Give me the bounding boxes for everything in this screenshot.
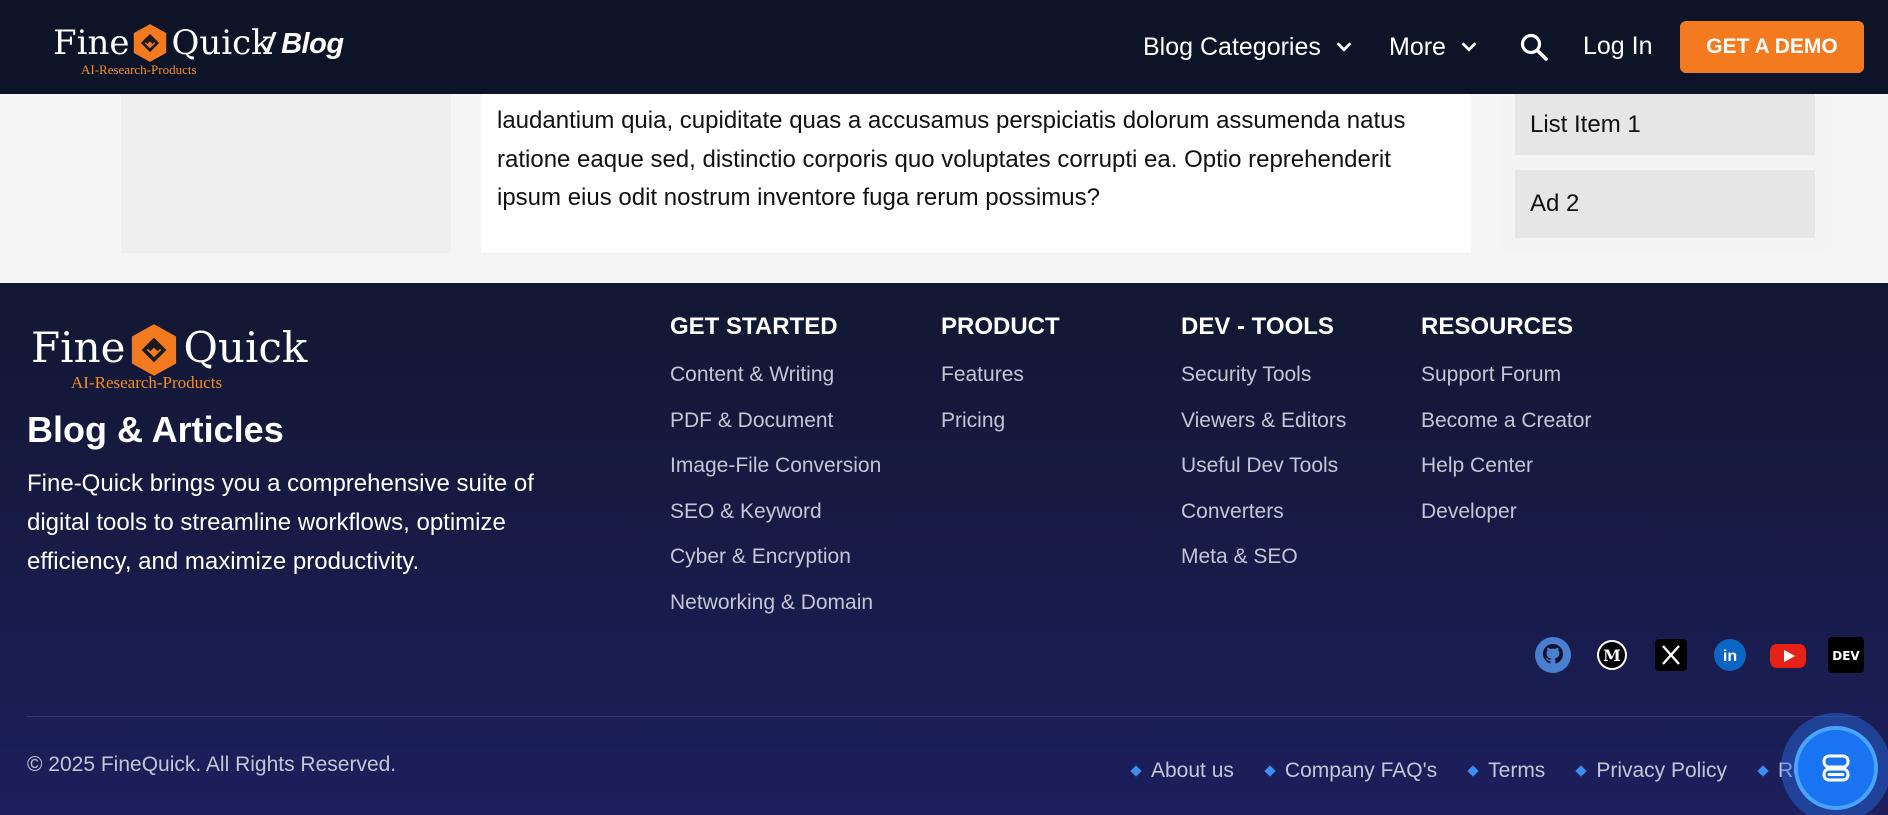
footer-bottom-links: About us Company FAQ's Terms Privacy Pol… xyxy=(1130,759,1878,783)
dev-icon-label: DEV xyxy=(1832,649,1860,663)
nav-label: More xyxy=(1389,32,1446,61)
login-link[interactable]: Log In xyxy=(1583,32,1653,61)
footer-link[interactable]: SEO & Keyword xyxy=(670,488,881,534)
article-body: laudantium quia, cupiditate quas a accus… xyxy=(481,94,1471,253)
footer-link[interactable]: Security Tools xyxy=(1181,351,1346,397)
diamond-bullet-icon xyxy=(1757,765,1769,777)
footer-link[interactable]: Developer xyxy=(1421,488,1591,534)
diamond-bullet-icon xyxy=(1467,765,1479,777)
logo-word-quick: Quick xyxy=(183,323,308,372)
column-heading: PRODUCT xyxy=(941,313,1060,340)
site-footer: Fine Quick AI-Research-Products Blog & A… xyxy=(0,283,1888,815)
diamond-bullet-icon xyxy=(1575,765,1587,777)
footer-link[interactable]: Features xyxy=(941,351,1060,397)
footer-link[interactable]: Help Center xyxy=(1421,442,1591,488)
copyright: © 2025 FineQuick. All Rights Reserved. xyxy=(27,753,397,776)
youtube-icon[interactable] xyxy=(1769,636,1807,674)
header-logo[interactable]: Fine Quick AI-Research-Products xyxy=(53,22,272,77)
robot-icon xyxy=(1822,754,1850,782)
section-title: / Blog xyxy=(266,28,344,60)
chevron-down-icon xyxy=(1461,42,1477,52)
diamond-bullet-icon xyxy=(1130,765,1142,777)
sidebar-item-ad-2[interactable]: Ad 2 xyxy=(1515,170,1815,238)
footer-title: Blog & Articles xyxy=(27,409,284,450)
logo-word-fine: Fine xyxy=(53,23,130,63)
logo-word-fine: Fine xyxy=(31,323,126,372)
medium-icon[interactable]: M xyxy=(1593,636,1631,674)
logo-hex-icon xyxy=(132,324,177,376)
logo-hex-icon xyxy=(134,24,167,62)
footer-link[interactable]: Networking & Domain xyxy=(670,579,881,625)
footer-bottom-link[interactable]: About us xyxy=(1130,759,1234,783)
github-icon[interactable] xyxy=(1534,636,1572,674)
site-header: Fine Quick AI-Research-Products / Blog B… xyxy=(0,0,1888,94)
article-paragraph: laudantium quia, cupiditate quas a accus… xyxy=(497,107,1406,211)
get-demo-button[interactable]: GET A DEMO xyxy=(1680,21,1864,73)
link-label: Privacy Policy xyxy=(1596,759,1728,782)
logo-word-quick: Quick xyxy=(171,23,272,63)
footer-link[interactable]: Image-File Conversion xyxy=(670,442,881,488)
dev-icon[interactable]: DEV xyxy=(1827,636,1865,674)
column-heading: DEV - TOOLS xyxy=(1181,313,1334,340)
footer-column-product: PRODUCT Features Pricing xyxy=(941,313,1060,442)
diamond-bullet-icon xyxy=(1264,765,1276,777)
footer-link[interactable]: Support Forum xyxy=(1421,351,1591,397)
footer-column-dev-tools: DEV - TOOLS Security Tools Viewers & Edi… xyxy=(1181,313,1346,579)
column-heading: RESOURCES xyxy=(1421,313,1574,340)
x-icon[interactable] xyxy=(1652,636,1690,674)
footer-link[interactable]: Meta & SEO xyxy=(1181,533,1346,579)
footer-divider xyxy=(27,716,1861,717)
footer-link[interactable]: Viewers & Editors xyxy=(1181,397,1346,443)
linkedin-icon[interactable]: in xyxy=(1711,636,1749,674)
link-label: Company FAQ's xyxy=(1284,759,1438,782)
footer-link[interactable]: Pricing xyxy=(941,397,1060,443)
footer-column-get-started: GET STARTED Content & Writing PDF & Docu… xyxy=(670,313,881,625)
sidebar: List Item 1 Ad 2 xyxy=(1500,94,1830,253)
logo-tagline: AI-Research-Products xyxy=(71,373,223,392)
footer-link[interactable]: Useful Dev Tools xyxy=(1181,442,1346,488)
left-column-placeholder xyxy=(121,94,451,253)
column-heading: GET STARTED xyxy=(670,313,838,340)
nav-blog-categories[interactable]: Blog Categories xyxy=(1143,0,1355,94)
nav-label: Blog Categories xyxy=(1143,32,1321,61)
link-label: Terms xyxy=(1488,759,1546,782)
footer-bottom-link[interactable]: Privacy Policy xyxy=(1575,759,1728,783)
footer-link[interactable]: PDF & Document xyxy=(670,397,881,443)
chatbot-button-inner xyxy=(1794,726,1878,810)
footer-column-resources: RESOURCES Support Forum Become a Creator… xyxy=(1421,313,1591,533)
logo-tagline: AI-Research-Products xyxy=(81,62,197,77)
footer-link[interactable]: Become a Creator xyxy=(1421,397,1591,443)
footer-link[interactable]: Content & Writing xyxy=(670,351,881,397)
footer-bottom-link[interactable]: Terms xyxy=(1467,759,1546,783)
search-icon[interactable] xyxy=(1519,32,1549,62)
chatbot-button[interactable] xyxy=(1781,713,1888,815)
svg-text:M: M xyxy=(1603,646,1621,665)
footer-link[interactable]: Converters xyxy=(1181,488,1346,534)
footer-logo[interactable]: Fine Quick AI-Research-Products xyxy=(31,323,308,392)
footer-bottom-link[interactable]: Company FAQ's xyxy=(1264,759,1438,783)
chevron-down-icon xyxy=(1336,42,1352,52)
sidebar-item-list-1[interactable]: List Item 1 xyxy=(1515,94,1815,155)
footer-link[interactable]: Cyber & Encryption xyxy=(670,533,881,579)
footer-description: Fine-Quick brings you a comprehensive su… xyxy=(27,470,534,575)
nav-more[interactable]: More xyxy=(1389,0,1480,94)
svg-text:in: in xyxy=(1723,648,1737,665)
link-label: About us xyxy=(1151,759,1234,782)
